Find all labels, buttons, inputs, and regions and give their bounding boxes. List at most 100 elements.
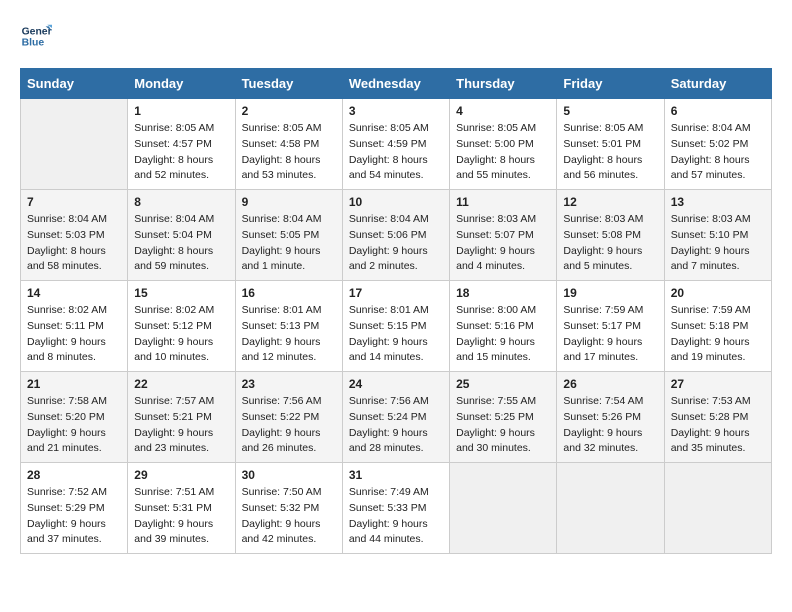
calendar-cell: 8Sunrise: 8:04 AM Sunset: 5:04 PM Daylig…: [128, 190, 235, 281]
calendar-week-row: 7 Sunrise: 8:04 AM Sunset: 5:03 PM Daylig…: [21, 190, 772, 281]
day-number: 27: [671, 377, 765, 391]
day-detail: Sunrise: 7:52 AM Sunset: 5:29 PM Dayligh…: [27, 485, 121, 548]
calendar-cell: 6Sunrise: 8:04 AM Sunset: 5:02 PM Daylig…: [664, 99, 771, 190]
calendar-week-row: 1Sunrise: 8:05 AM Sunset: 4:57 PM Daylig…: [21, 99, 772, 190]
calendar-cell: [21, 99, 128, 190]
day-detail: Sunrise: 7:56 AM Sunset: 5:24 PM Dayligh…: [349, 394, 443, 457]
col-header-wednesday: Wednesday: [342, 69, 449, 99]
calendar-cell: 25Sunrise: 7:55 AM Sunset: 5:25 PM Dayli…: [450, 372, 557, 463]
day-number: 18: [456, 286, 550, 300]
calendar-cell: 21 Sunrise: 7:58 AM Sunset: 5:20 PM Dayli…: [21, 372, 128, 463]
day-number: 22: [134, 377, 228, 391]
day-detail: Sunrise: 8:05 AM Sunset: 4:58 PM Dayligh…: [242, 121, 336, 184]
day-number: 31: [349, 468, 443, 482]
day-number: 29: [134, 468, 228, 482]
day-number: 3: [349, 104, 443, 118]
day-detail: Sunrise: 7:59 AM Sunset: 5:17 PM Dayligh…: [563, 303, 657, 366]
calendar-table: SundayMondayTuesdayWednesdayThursdayFrid…: [20, 68, 772, 554]
calendar-cell: [557, 463, 664, 554]
calendar-cell: 2 Sunrise: 8:05 AM Sunset: 4:58 PM Daylig…: [235, 99, 342, 190]
col-header-thursday: Thursday: [450, 69, 557, 99]
day-number: 28: [27, 468, 121, 482]
day-number: 2: [242, 104, 336, 118]
day-detail: Sunrise: 8:05 AM Sunset: 5:00 PM Dayligh…: [456, 121, 550, 184]
calendar-cell: [450, 463, 557, 554]
calendar-cell: 22Sunrise: 7:57 AM Sunset: 5:21 PM Dayli…: [128, 372, 235, 463]
day-detail: Sunrise: 8:03 AM Sunset: 5:07 PM Dayligh…: [456, 212, 550, 275]
calendar-cell: 5Sunrise: 8:05 AM Sunset: 5:01 PM Daylig…: [557, 99, 664, 190]
calendar-cell: 26 Sunrise: 7:54 AM Sunset: 5:26 PM Dayli…: [557, 372, 664, 463]
calendar-cell: [664, 463, 771, 554]
calendar-cell: 1Sunrise: 8:05 AM Sunset: 4:57 PM Daylig…: [128, 99, 235, 190]
day-detail: Sunrise: 8:02 AM Sunset: 5:12 PM Dayligh…: [134, 303, 228, 366]
calendar-cell: 15 Sunrise: 8:02 AM Sunset: 5:12 PM Dayli…: [128, 281, 235, 372]
day-number: 12: [563, 195, 657, 209]
day-detail: Sunrise: 8:02 AM Sunset: 5:11 PM Dayligh…: [27, 303, 121, 366]
logo-icon: General Blue: [20, 20, 52, 52]
day-number: 16: [242, 286, 336, 300]
day-detail: Sunrise: 8:05 AM Sunset: 4:59 PM Dayligh…: [349, 121, 443, 184]
calendar-cell: 7 Sunrise: 8:04 AM Sunset: 5:03 PM Daylig…: [21, 190, 128, 281]
day-detail: Sunrise: 8:03 AM Sunset: 5:08 PM Dayligh…: [563, 212, 657, 275]
calendar-week-row: 28 Sunrise: 7:52 AM Sunset: 5:29 PM Dayli…: [21, 463, 772, 554]
col-header-friday: Friday: [557, 69, 664, 99]
day-number: 25: [456, 377, 550, 391]
day-detail: Sunrise: 8:05 AM Sunset: 4:57 PM Dayligh…: [134, 121, 228, 184]
col-header-monday: Monday: [128, 69, 235, 99]
calendar-cell: 9 Sunrise: 8:04 AM Sunset: 5:05 PM Daylig…: [235, 190, 342, 281]
day-number: 20: [671, 286, 765, 300]
day-number: 7: [27, 195, 121, 209]
calendar-cell: 19Sunrise: 7:59 AM Sunset: 5:17 PM Dayli…: [557, 281, 664, 372]
day-detail: Sunrise: 7:49 AM Sunset: 5:33 PM Dayligh…: [349, 485, 443, 548]
day-detail: Sunrise: 7:59 AM Sunset: 5:18 PM Dayligh…: [671, 303, 765, 366]
day-number: 11: [456, 195, 550, 209]
calendar-cell: 16 Sunrise: 8:01 AM Sunset: 5:13 PM Dayli…: [235, 281, 342, 372]
day-number: 17: [349, 286, 443, 300]
day-number: 4: [456, 104, 550, 118]
svg-text:Blue: Blue: [22, 38, 45, 49]
calendar-cell: 18Sunrise: 8:00 AM Sunset: 5:16 PM Dayli…: [450, 281, 557, 372]
calendar-cell: 23Sunrise: 7:56 AM Sunset: 5:22 PM Dayli…: [235, 372, 342, 463]
day-number: 14: [27, 286, 121, 300]
calendar-cell: 20 Sunrise: 7:59 AM Sunset: 5:18 PM Dayli…: [664, 281, 771, 372]
col-header-saturday: Saturday: [664, 69, 771, 99]
calendar-cell: 27 Sunrise: 7:53 AM Sunset: 5:28 PM Dayli…: [664, 372, 771, 463]
calendar-week-row: 21 Sunrise: 7:58 AM Sunset: 5:20 PM Dayli…: [21, 372, 772, 463]
calendar-cell: 3 Sunrise: 8:05 AM Sunset: 4:59 PM Daylig…: [342, 99, 449, 190]
day-number: 15: [134, 286, 228, 300]
calendar-cell: 28 Sunrise: 7:52 AM Sunset: 5:29 PM Dayli…: [21, 463, 128, 554]
day-detail: Sunrise: 7:58 AM Sunset: 5:20 PM Dayligh…: [27, 394, 121, 457]
day-number: 30: [242, 468, 336, 482]
day-number: 13: [671, 195, 765, 209]
calendar-cell: 24 Sunrise: 7:56 AM Sunset: 5:24 PM Dayli…: [342, 372, 449, 463]
col-header-tuesday: Tuesday: [235, 69, 342, 99]
day-detail: Sunrise: 8:01 AM Sunset: 5:13 PM Dayligh…: [242, 303, 336, 366]
calendar-cell: 4 Sunrise: 8:05 AM Sunset: 5:00 PM Daylig…: [450, 99, 557, 190]
day-number: 24: [349, 377, 443, 391]
day-number: 9: [242, 195, 336, 209]
day-number: 10: [349, 195, 443, 209]
day-detail: Sunrise: 8:04 AM Sunset: 5:05 PM Dayligh…: [242, 212, 336, 275]
day-number: 21: [27, 377, 121, 391]
day-detail: Sunrise: 7:51 AM Sunset: 5:31 PM Dayligh…: [134, 485, 228, 548]
day-number: 5: [563, 104, 657, 118]
day-detail: Sunrise: 8:03 AM Sunset: 5:10 PM Dayligh…: [671, 212, 765, 275]
day-detail: Sunrise: 8:04 AM Sunset: 5:03 PM Dayligh…: [27, 212, 121, 275]
calendar-week-row: 14 Sunrise: 8:02 AM Sunset: 5:11 PM Dayli…: [21, 281, 772, 372]
calendar-cell: 10 Sunrise: 8:04 AM Sunset: 5:06 PM Dayli…: [342, 190, 449, 281]
day-detail: Sunrise: 7:53 AM Sunset: 5:28 PM Dayligh…: [671, 394, 765, 457]
calendar-cell: 13 Sunrise: 8:03 AM Sunset: 5:10 PM Dayli…: [664, 190, 771, 281]
day-number: 23: [242, 377, 336, 391]
day-number: 8: [134, 195, 228, 209]
day-detail: Sunrise: 7:54 AM Sunset: 5:26 PM Dayligh…: [563, 394, 657, 457]
logo: General Blue: [20, 20, 52, 52]
day-detail: Sunrise: 7:50 AM Sunset: 5:32 PM Dayligh…: [242, 485, 336, 548]
page-header: General Blue: [20, 20, 772, 52]
calendar-cell: 17Sunrise: 8:01 AM Sunset: 5:15 PM Dayli…: [342, 281, 449, 372]
day-detail: Sunrise: 8:04 AM Sunset: 5:06 PM Dayligh…: [349, 212, 443, 275]
calendar-cell: 30 Sunrise: 7:50 AM Sunset: 5:32 PM Dayli…: [235, 463, 342, 554]
day-number: 6: [671, 104, 765, 118]
calendar-cell: 12 Sunrise: 8:03 AM Sunset: 5:08 PM Dayli…: [557, 190, 664, 281]
day-number: 26: [563, 377, 657, 391]
calendar-cell: 11 Sunrise: 8:03 AM Sunset: 5:07 PM Dayli…: [450, 190, 557, 281]
